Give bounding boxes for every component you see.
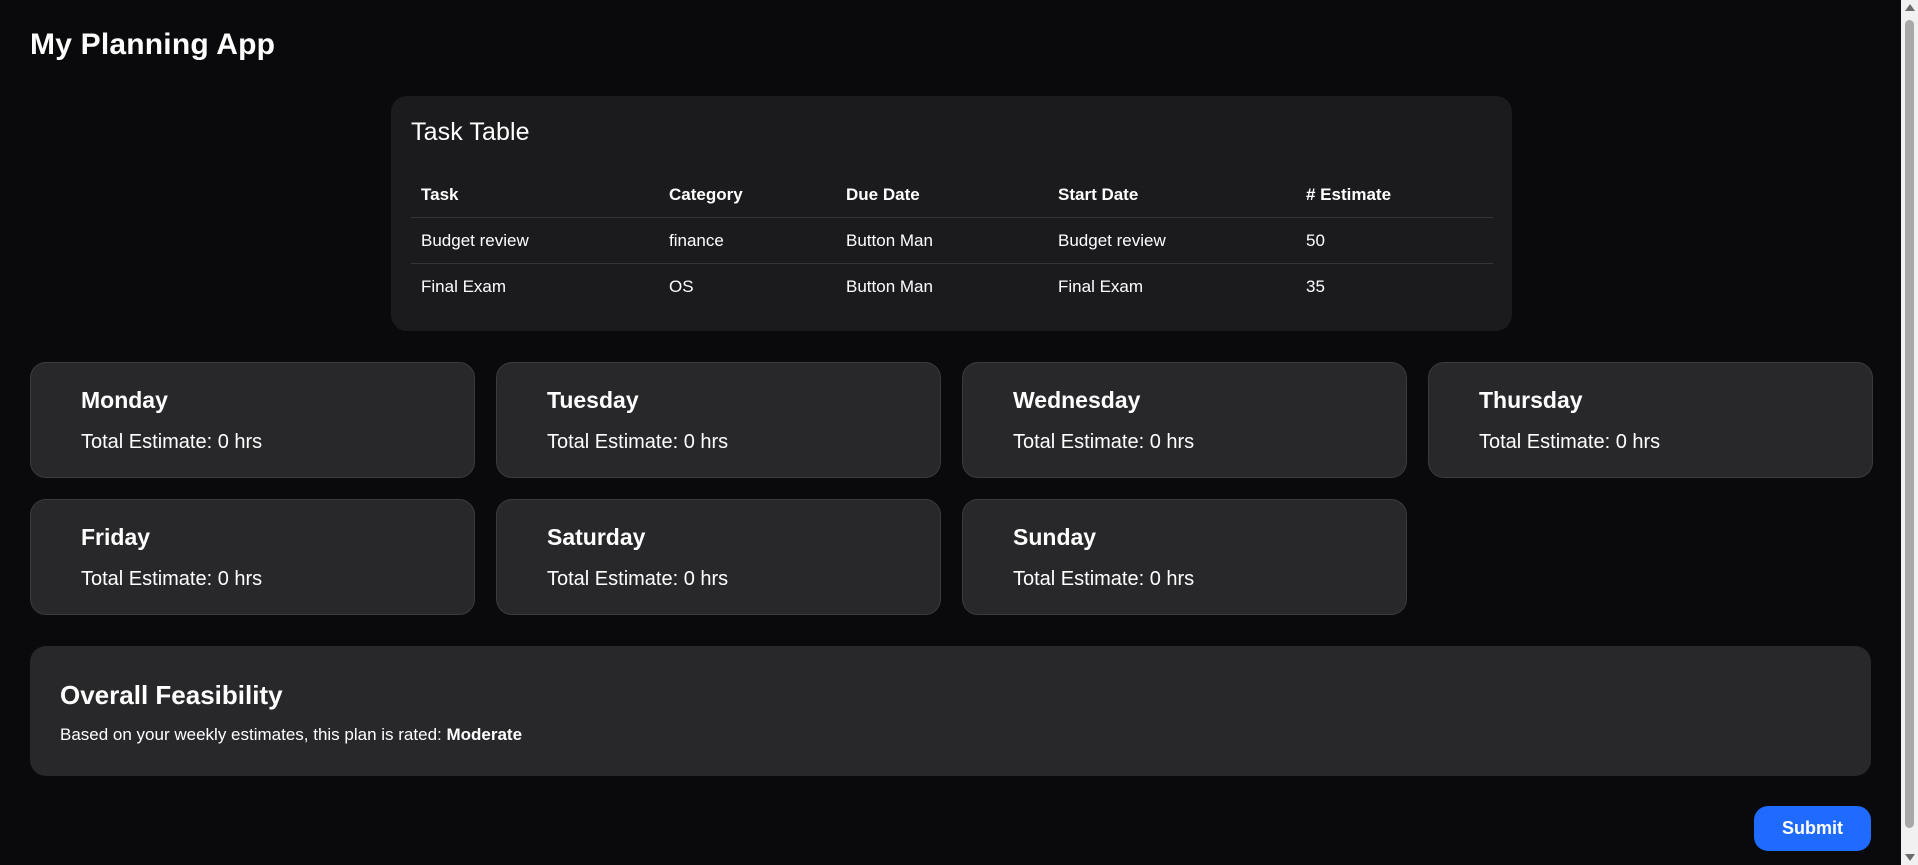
scroll-down-arrow-icon[interactable] [1905, 854, 1915, 861]
task-cell: Final Exam [421, 276, 507, 296]
category-cell: OS [669, 276, 694, 296]
feasibility-prefix: Based on your weekly estimates, this pla… [60, 725, 447, 744]
category-cell: finance [659, 217, 836, 264]
day-total-estimate: Total Estimate: 0 hrs [1013, 431, 1195, 453]
start-date-cell: Final Exam [1058, 276, 1144, 296]
day-total-estimate: Total Estimate: 0 hrs [547, 431, 729, 453]
day-total-estimate: Total Estimate: 0 hrs [1479, 431, 1661, 453]
submit-button[interactable]: Submit [1754, 806, 1871, 851]
due-date-cell: Button Man [836, 217, 1048, 264]
days-grid: Monday Total Estimate: 0 hrs Tuesday Tot… [30, 362, 1873, 615]
day-total-estimate: Total Estimate: 0 hrs [547, 568, 729, 590]
day-total-estimate: Total Estimate: 0 hrs [81, 431, 263, 453]
task-table-title: Task Table [411, 118, 530, 146]
day-total-estimate: Total Estimate: 0 hrs [81, 568, 263, 590]
column-header-due-date[interactable]: Due Date [836, 172, 1048, 218]
feasibility-rating: Moderate [446, 725, 523, 744]
table-header-row: Task Category Due Date Start Date # Esti… [411, 172, 1493, 218]
day-card-thursday[interactable]: Thursday Total Estimate: 0 hrs [1428, 362, 1873, 478]
task-cell: Budget review [411, 217, 659, 264]
vertical-scrollbar[interactable] [1901, 0, 1918, 865]
task-table-card: Task Table Task Category Due Date Start … [391, 96, 1512, 331]
day-card-sunday[interactable]: Sunday Total Estimate: 0 hrs [962, 499, 1407, 615]
day-name: Sunday [1013, 524, 1097, 550]
day-card-wednesday[interactable]: Wednesday Total Estimate: 0 hrs [962, 362, 1407, 478]
app-title: My Planning App [30, 28, 276, 61]
table-row[interactable]: Final Exam OS Button Man Final Exam 35 [411, 264, 1493, 310]
day-name: Wednesday [1013, 387, 1141, 413]
estimate-cell: 50 [1296, 217, 1493, 264]
task-table: Task Category Due Date Start Date # Esti… [411, 172, 1493, 309]
day-name: Thursday [1479, 387, 1583, 413]
day-name: Tuesday [547, 387, 639, 413]
day-card-friday[interactable]: Friday Total Estimate: 0 hrs [30, 499, 475, 615]
day-card-saturday[interactable]: Saturday Total Estimate: 0 hrs [496, 499, 941, 615]
scrollbar-thumb[interactable] [1905, 20, 1914, 828]
column-header-task[interactable]: Task [411, 172, 659, 218]
scroll-up-arrow-icon[interactable] [1905, 4, 1915, 11]
table-row[interactable]: Budget review finance Button Man Budget … [411, 217, 1493, 264]
day-name: Friday [81, 524, 151, 550]
estimate-cell: 35 [1306, 276, 1325, 296]
feasibility-card: Overall Feasibility Based on your weekly… [30, 646, 1871, 776]
day-name: Saturday [547, 524, 646, 550]
day-total-estimate: Total Estimate: 0 hrs [1013, 568, 1195, 590]
day-card-monday[interactable]: Monday Total Estimate: 0 hrs [30, 362, 475, 478]
feasibility-title: Overall Feasibility [60, 680, 283, 710]
start-date-cell: Budget review [1048, 217, 1296, 264]
due-date-cell: Button Man [846, 276, 933, 296]
day-name: Monday [81, 387, 168, 413]
day-card-tuesday[interactable]: Tuesday Total Estimate: 0 hrs [496, 362, 941, 478]
column-header-start-date[interactable]: Start Date [1048, 172, 1296, 218]
column-header-category[interactable]: Category [659, 172, 836, 218]
feasibility-text: Based on your weekly estimates, this pla… [60, 725, 1871, 745]
column-header-estimate[interactable]: # Estimate [1296, 172, 1493, 218]
